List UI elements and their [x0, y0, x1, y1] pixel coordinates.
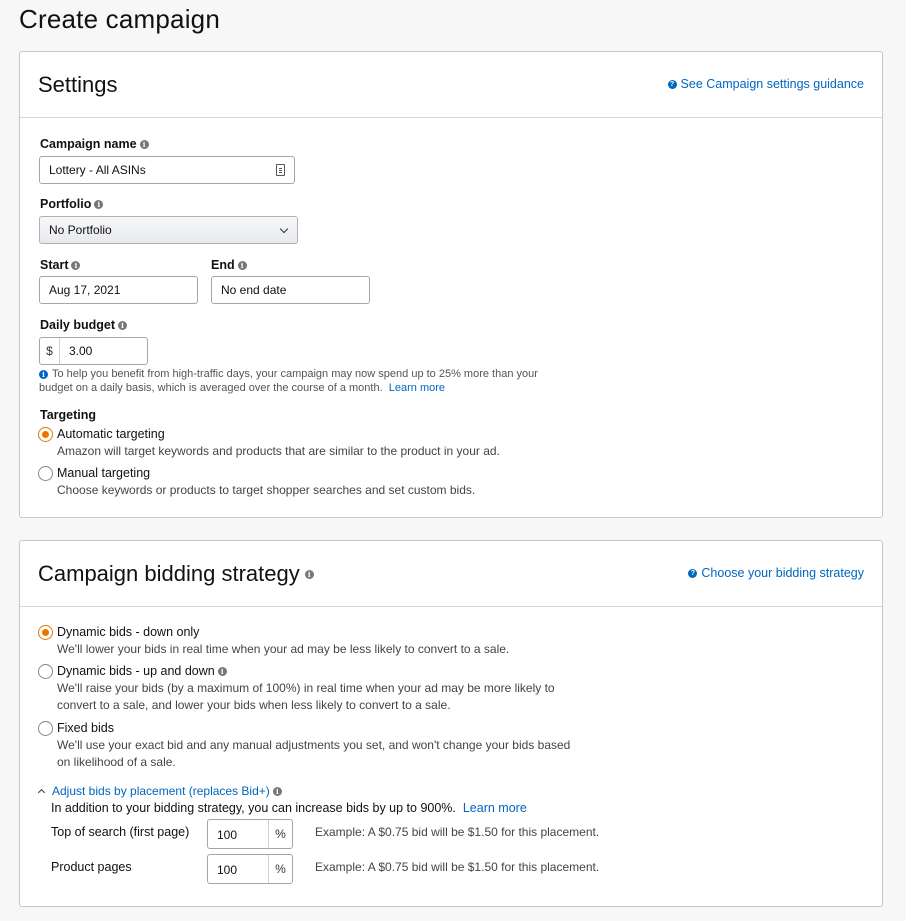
- info-icon: i: [39, 369, 48, 379]
- top-of-search-label: Top of search (first page): [51, 825, 190, 839]
- automatic-targeting-radio[interactable]: [38, 427, 53, 442]
- end-date-input[interactable]: No end date: [211, 276, 370, 304]
- budget-note: i To help you benefit from high-traffic d…: [39, 367, 559, 395]
- portfolio-select[interactable]: No Portfolio: [39, 216, 298, 244]
- product-pages-example: Example: A $0.75 bid will be $1.50 for t…: [315, 860, 600, 874]
- manual-targeting-title: Manual targeting: [57, 466, 151, 480]
- bidding-title-text: Campaign bidding strategy: [38, 561, 300, 586]
- automatic-targeting-title: Automatic targeting: [57, 427, 165, 441]
- bidding-guidance-link[interactable]: ? Choose your bidding strategy: [688, 566, 864, 580]
- campaign-name-label: Campaign name i: [40, 137, 149, 151]
- info-icon[interactable]: i: [237, 260, 247, 270]
- contact-card-icon: [276, 164, 285, 176]
- budget-note-text: To help you benefit from high-traffic da…: [39, 368, 538, 394]
- percent-unit: %: [268, 855, 292, 883]
- fixed-bids-desc-line1: We'll use your exact bid and any manual …: [57, 738, 571, 752]
- dynamic-up-down-desc-line1: We'll raise your bids (by a maximum of 1…: [57, 681, 555, 695]
- settings-title: Settings: [38, 72, 118, 97]
- top-of-search-value: 100: [217, 828, 238, 842]
- bidding-title: Campaign bidding strategy i: [38, 561, 314, 587]
- bidding-header: Campaign bidding strategy i ? Choose you…: [20, 541, 882, 607]
- chevron-down-icon: [279, 224, 289, 234]
- campaign-name-label-text: Campaign name: [40, 137, 137, 151]
- settings-guidance-link[interactable]: ? See Campaign settings guidance: [667, 77, 864, 91]
- dynamic-up-down-desc-line2: convert to a sale, and lower your bids w…: [57, 698, 451, 712]
- product-pages-input[interactable]: 100 %: [207, 854, 293, 884]
- top-of-search-example: Example: A $0.75 bid will be $1.50 for t…: [315, 825, 600, 839]
- placement-learn-more-link[interactable]: Learn more: [463, 801, 527, 815]
- end-date-value: No end date: [221, 283, 287, 297]
- info-icon[interactable]: i: [118, 320, 128, 330]
- portfolio-label: Portfolio i: [40, 197, 104, 211]
- placement-intro-text: In addition to your bidding strategy, yo…: [51, 801, 456, 815]
- bidding-strategy-card: Campaign bidding strategy i ? Choose you…: [19, 540, 883, 907]
- settings-header: Settings ? See Campaign settings guidanc…: [20, 52, 882, 118]
- chevron-up-icon: [37, 788, 46, 797]
- bidding-guidance-label: Choose your bidding strategy: [701, 566, 864, 580]
- fixed-bids-radio[interactable]: [38, 721, 53, 736]
- help-icon: ?: [688, 568, 698, 578]
- fixed-bids-desc-line2: on likelihood of a sale.: [57, 755, 176, 769]
- adjust-bids-toggle-label: Adjust bids by placement (replaces Bid+): [52, 784, 270, 798]
- placement-intro: In addition to your bidding strategy, yo…: [51, 801, 527, 815]
- daily-budget-input[interactable]: $ 3.00: [39, 337, 148, 365]
- campaign-name-input[interactable]: Lottery - All ASINs: [39, 156, 295, 184]
- info-icon[interactable]: i: [94, 199, 104, 209]
- currency-prefix: $: [40, 338, 60, 364]
- product-pages-label: Product pages: [51, 860, 132, 874]
- manual-targeting-desc: Choose keywords or products to target sh…: [57, 483, 476, 497]
- page-title: Create campaign: [19, 4, 220, 34]
- campaign-name-value: Lottery - All ASINs: [49, 163, 146, 177]
- daily-budget-label: Daily budget i: [40, 318, 128, 332]
- start-label-text: Start: [40, 258, 69, 272]
- automatic-targeting-desc: Amazon will target keywords and products…: [57, 444, 500, 458]
- percent-unit: %: [268, 820, 292, 848]
- start-date-input[interactable]: Aug 17, 2021: [39, 276, 198, 304]
- start-label: Start i: [40, 258, 81, 272]
- info-icon[interactable]: i: [139, 139, 149, 149]
- info-icon[interactable]: i: [217, 666, 227, 676]
- info-icon[interactable]: i: [71, 260, 81, 270]
- settings-guidance-label: See Campaign settings guidance: [680, 77, 864, 91]
- product-pages-value: 100: [217, 863, 238, 877]
- dynamic-up-down-radio[interactable]: [38, 664, 53, 679]
- fixed-bids-title: Fixed bids: [57, 721, 114, 735]
- end-label-text: End: [211, 258, 235, 272]
- adjust-bids-toggle[interactable]: Adjust bids by placement (replaces Bid+)…: [37, 784, 282, 798]
- portfolio-label-text: Portfolio: [40, 197, 92, 211]
- dynamic-up-down-title: Dynamic bids - up and down i: [57, 664, 227, 678]
- settings-card: Settings ? See Campaign settings guidanc…: [19, 51, 883, 518]
- end-label: End i: [211, 258, 247, 272]
- dynamic-down-only-radio[interactable]: [38, 625, 53, 640]
- budget-learn-more-link[interactable]: Learn more: [389, 382, 445, 394]
- daily-budget-label-text: Daily budget: [40, 318, 116, 332]
- info-icon[interactable]: i: [304, 569, 314, 579]
- targeting-label: Targeting: [40, 408, 97, 422]
- dynamic-down-only-desc: We'll lower your bids in real time when …: [57, 642, 510, 656]
- start-date-value: Aug 17, 2021: [49, 283, 121, 297]
- top-of-search-input[interactable]: 100 %: [207, 819, 293, 849]
- dynamic-down-only-title: Dynamic bids - down only: [57, 625, 200, 639]
- daily-budget-value: 3.00: [69, 344, 93, 358]
- help-icon: ?: [667, 79, 677, 89]
- manual-targeting-radio[interactable]: [38, 466, 53, 481]
- info-icon[interactable]: i: [272, 786, 282, 796]
- portfolio-value: No Portfolio: [49, 223, 112, 237]
- dynamic-up-down-title-text: Dynamic bids - up and down: [57, 664, 215, 678]
